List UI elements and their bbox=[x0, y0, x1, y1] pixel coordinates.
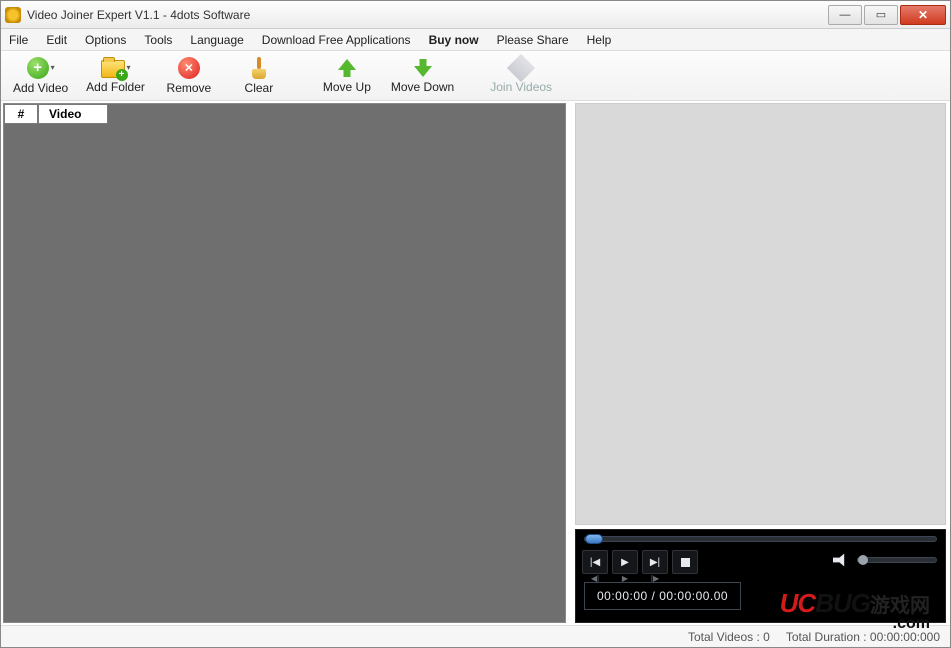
left-panel: # Video bbox=[1, 101, 569, 625]
seek-thumb[interactable] bbox=[585, 534, 603, 544]
remove-button[interactable]: Remove bbox=[157, 53, 221, 99]
seek-bar[interactable] bbox=[584, 536, 937, 542]
dropdown-icon: ▾ bbox=[51, 63, 55, 72]
right-panel: |◀◀| ▶▶ ▶||▶ 00:00:00 / 00:00:00.00 bbox=[569, 101, 950, 625]
player-controls: |◀◀| ▶▶ ▶||▶ bbox=[582, 550, 698, 574]
total-videos-value: 0 bbox=[763, 630, 770, 644]
move-down-label: Move Down bbox=[391, 80, 454, 94]
menubar: File Edit Options Tools Language Downloa… bbox=[1, 29, 950, 51]
play-icon: ▶ bbox=[621, 557, 629, 568]
video-grid[interactable]: # Video bbox=[3, 103, 566, 623]
remove-icon bbox=[178, 57, 200, 79]
app-window: Video Joiner Expert V1.1 - 4dots Softwar… bbox=[0, 0, 951, 648]
add-video-label: Add Video bbox=[13, 81, 68, 95]
broom-icon bbox=[250, 57, 268, 79]
move-up-button[interactable]: Move Up bbox=[315, 53, 379, 99]
menu-help[interactable]: Help bbox=[587, 33, 612, 47]
menu-language[interactable]: Language bbox=[190, 33, 243, 47]
dropdown-icon: ▾ bbox=[127, 63, 131, 72]
main-area: # Video |◀◀| ▶▶ ▶||▶ bbox=[1, 101, 950, 625]
move-down-button[interactable]: Move Down bbox=[385, 53, 460, 99]
col-video[interactable]: Video bbox=[38, 104, 108, 124]
stop-icon bbox=[681, 558, 690, 567]
diamond-icon bbox=[507, 53, 535, 81]
speaker-icon[interactable] bbox=[833, 552, 849, 568]
menu-tools[interactable]: Tools bbox=[144, 33, 172, 47]
arrow-down-icon bbox=[413, 58, 433, 78]
window-buttons: ― ▭ ✕ bbox=[828, 5, 946, 25]
volume-area bbox=[833, 552, 937, 568]
close-icon: ✕ bbox=[918, 8, 928, 22]
maximize-icon: ▭ bbox=[876, 8, 886, 21]
add-folder-label: Add Folder bbox=[86, 80, 145, 94]
join-videos-button[interactable]: Join Videos bbox=[484, 53, 558, 99]
prev-button[interactable]: |◀◀| bbox=[582, 550, 608, 574]
preview-area bbox=[575, 103, 946, 525]
clear-label: Clear bbox=[245, 81, 274, 95]
total-duration-label: Total Duration : bbox=[786, 630, 867, 644]
minimize-button[interactable]: ― bbox=[828, 5, 862, 25]
minimize-icon: ― bbox=[840, 9, 851, 21]
toolbar: ▾ Add Video ▾ Add Folder Remove Clear Mo… bbox=[1, 51, 950, 101]
time-display: 00:00:00 / 00:00:00.00 bbox=[584, 582, 741, 610]
total-videos: Total Videos : 0 bbox=[688, 630, 770, 644]
skip-next-icon: ▶| bbox=[650, 557, 660, 568]
maximize-button[interactable]: ▭ bbox=[864, 5, 898, 25]
add-video-button[interactable]: ▾ Add Video bbox=[7, 53, 74, 99]
next-button[interactable]: ▶||▶ bbox=[642, 550, 668, 574]
grid-header: # Video bbox=[4, 104, 565, 124]
titlebar: Video Joiner Expert V1.1 - 4dots Softwar… bbox=[1, 1, 950, 29]
total-duration-value: 00:00:00:000 bbox=[870, 630, 940, 644]
menu-file[interactable]: File bbox=[9, 33, 28, 47]
remove-label: Remove bbox=[167, 81, 212, 95]
menu-share[interactable]: Please Share bbox=[497, 33, 569, 47]
move-up-label: Move Up bbox=[323, 80, 371, 94]
total-videos-label: Total Videos : bbox=[688, 630, 760, 644]
menu-options[interactable]: Options bbox=[85, 33, 126, 47]
stop-button[interactable] bbox=[672, 550, 698, 574]
col-number[interactable]: # bbox=[4, 104, 38, 124]
menu-buynow[interactable]: Buy now bbox=[429, 33, 479, 47]
add-folder-button[interactable]: ▾ Add Folder bbox=[80, 53, 151, 99]
statusbar: Total Videos : 0 Total Duration : 00:00:… bbox=[1, 625, 950, 647]
volume-thumb[interactable] bbox=[858, 555, 868, 565]
menu-download[interactable]: Download Free Applications bbox=[262, 33, 411, 47]
player: |◀◀| ▶▶ ▶||▶ 00:00:00 / 00:00:00.00 bbox=[575, 529, 946, 623]
volume-slider[interactable] bbox=[857, 557, 937, 563]
clear-button[interactable]: Clear bbox=[227, 53, 291, 99]
play-button[interactable]: ▶▶ bbox=[612, 550, 638, 574]
add-icon bbox=[27, 57, 49, 79]
app-icon bbox=[5, 7, 21, 23]
menu-edit[interactable]: Edit bbox=[46, 33, 67, 47]
arrow-up-icon bbox=[337, 58, 357, 78]
skip-prev-icon: |◀ bbox=[590, 557, 600, 568]
window-title: Video Joiner Expert V1.1 - 4dots Softwar… bbox=[27, 8, 828, 22]
folder-icon bbox=[101, 60, 125, 78]
close-button[interactable]: ✕ bbox=[900, 5, 946, 25]
total-duration: Total Duration : 00:00:00:000 bbox=[786, 630, 940, 644]
